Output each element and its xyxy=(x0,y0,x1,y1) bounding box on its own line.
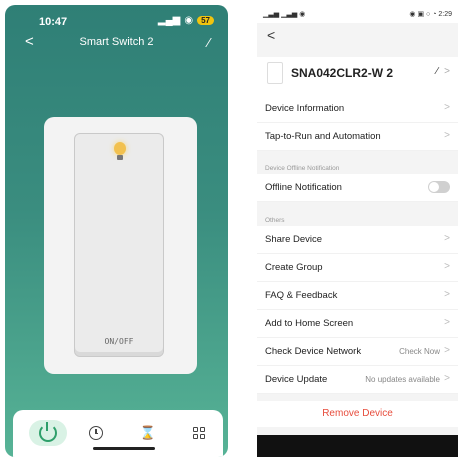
back-button[interactable]: < xyxy=(267,27,275,43)
status-time: ◉ ▣ ○ ◔ 2:29 xyxy=(409,11,452,18)
chevron-right-icon: > xyxy=(444,317,450,328)
bottom-tab-bar: ⌛ xyxy=(13,410,223,457)
settings-group-offline: Offline Notification xyxy=(257,174,458,202)
row-check-network[interactable]: Check Device Network Check Now > xyxy=(257,338,458,366)
row-share-device[interactable]: Share Device > xyxy=(257,226,458,254)
status-bar: ▁▃▅ ▁▃▅ ◉ ◉ ▣ ○ ◔ 2:29 xyxy=(257,5,458,23)
home-indicator xyxy=(93,447,155,450)
signal-icon: ▁▃▅ ▁▃▅ ◉ xyxy=(263,11,306,18)
row-offline-notification: Offline Notification xyxy=(257,174,458,202)
status-bar: 10:47 ▂▄▆ ◉ 57 xyxy=(5,5,228,31)
device-settings-screen: ▁▃▅ ▁▃▅ ◉ ◉ ▣ ○ ◔ 2:29 < SNA042CLR2-W 2 … xyxy=(257,5,458,457)
power-icon xyxy=(39,422,57,442)
device-thumbnail xyxy=(267,62,283,84)
switch-label: ON/OFF xyxy=(104,337,134,346)
tab-countdown[interactable]: ⌛ xyxy=(135,420,161,446)
row-tap-to-run[interactable]: Tap-to-Run and Automation > xyxy=(257,123,458,151)
tab-power[interactable] xyxy=(29,420,67,446)
battery-icon: 57 xyxy=(197,16,214,25)
app-header: < Smart Switch 2 ∕ xyxy=(5,33,228,55)
device-header[interactable]: SNA042CLR2-W 2 ∕ > xyxy=(257,57,458,95)
tab-timer[interactable] xyxy=(83,420,109,446)
lightbulb-icon xyxy=(113,142,127,164)
tab-more[interactable] xyxy=(186,420,212,446)
settings-group-main: Device Information > Tap-to-Run and Auto… xyxy=(257,95,458,151)
chevron-right-icon: > xyxy=(444,261,450,272)
update-status: No updates available xyxy=(365,375,440,384)
device-name: SNA042CLR2-W 2 xyxy=(291,66,394,80)
grid-icon xyxy=(193,427,205,439)
row-device-update[interactable]: Device Update No updates available > xyxy=(257,366,458,394)
offline-notification-toggle[interactable] xyxy=(428,181,450,193)
edit-icon[interactable]: ∕ xyxy=(208,35,210,50)
chevron-right-icon: > xyxy=(444,102,450,113)
row-faq-feedback[interactable]: FAQ & Feedback > xyxy=(257,282,458,310)
edit-icon[interactable]: ∕ xyxy=(436,66,438,77)
chevron-right-icon: > xyxy=(444,233,450,244)
chevron-right-icon: > xyxy=(444,66,450,77)
hourglass-icon: ⌛ xyxy=(139,425,157,440)
section-offline-header: Device Offline Notification xyxy=(265,165,340,172)
row-device-information[interactable]: Device Information > xyxy=(257,95,458,123)
switch-toggle-button[interactable]: ON/OFF xyxy=(74,133,164,357)
row-create-group[interactable]: Create Group > xyxy=(257,254,458,282)
chevron-right-icon: > xyxy=(444,345,450,356)
clock-icon xyxy=(89,426,103,440)
status-time: 10:47 xyxy=(39,16,68,28)
system-nav-bar xyxy=(257,435,458,457)
smart-switch-screen: 10:47 ▂▄▆ ◉ 57 < Smart Switch 2 ∕ ON/OFF… xyxy=(5,5,228,457)
chevron-right-icon: > xyxy=(444,289,450,300)
check-now-link[interactable]: Check Now xyxy=(399,347,440,356)
switch-plate: ON/OFF xyxy=(44,117,197,374)
signal-icon: ▂▄▆ xyxy=(157,15,181,26)
chevron-right-icon: > xyxy=(444,373,450,384)
row-add-home-screen[interactable]: Add to Home Screen > xyxy=(257,310,458,338)
remove-device-button[interactable]: Remove Device xyxy=(257,401,458,427)
settings-group-others: Share Device > Create Group > FAQ & Feed… xyxy=(257,226,458,394)
section-others-header: Others xyxy=(265,217,285,224)
chevron-right-icon: > xyxy=(444,130,450,141)
page-title: Smart Switch 2 xyxy=(79,36,154,48)
wifi-icon: ◉ xyxy=(184,15,194,26)
